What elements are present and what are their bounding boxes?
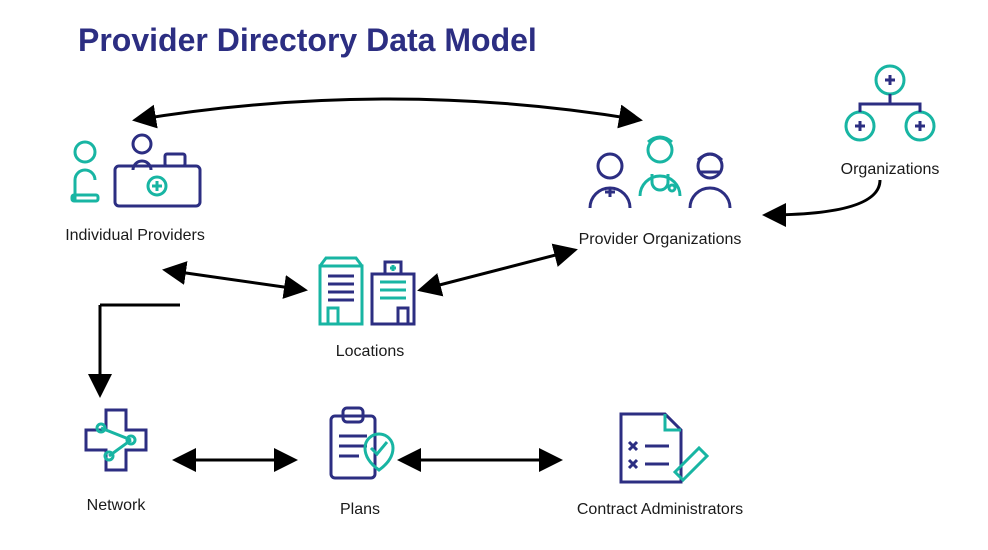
organizations-icon xyxy=(830,60,950,150)
node-label: Organizations xyxy=(820,161,960,179)
node-provider-organizations: Provider Organizations xyxy=(560,130,760,249)
node-label: Individual Providers xyxy=(50,227,220,245)
node-network: Network xyxy=(56,400,176,515)
node-label: Plans xyxy=(300,501,420,519)
node-individual-providers: Individual Providers xyxy=(50,130,220,245)
node-locations: Locations xyxy=(300,252,440,361)
locations-icon xyxy=(310,252,430,332)
node-label: Provider Organizations xyxy=(560,231,760,249)
providers-icon xyxy=(60,130,210,216)
diagram-stage: Provider Directory Data Model xyxy=(0,0,988,550)
node-label: Network xyxy=(56,497,176,515)
contract-icon xyxy=(605,406,715,490)
node-plans: Plans xyxy=(300,400,420,519)
network-icon xyxy=(71,400,161,486)
node-contract-admins: Contract Administrators xyxy=(560,406,760,519)
provider-org-icon xyxy=(560,130,760,220)
node-organizations: Organizations xyxy=(820,60,960,179)
node-label: Contract Administrators xyxy=(560,501,760,519)
node-label: Locations xyxy=(300,343,440,361)
diagram-title: Provider Directory Data Model xyxy=(78,22,537,59)
plans-icon xyxy=(315,400,405,490)
